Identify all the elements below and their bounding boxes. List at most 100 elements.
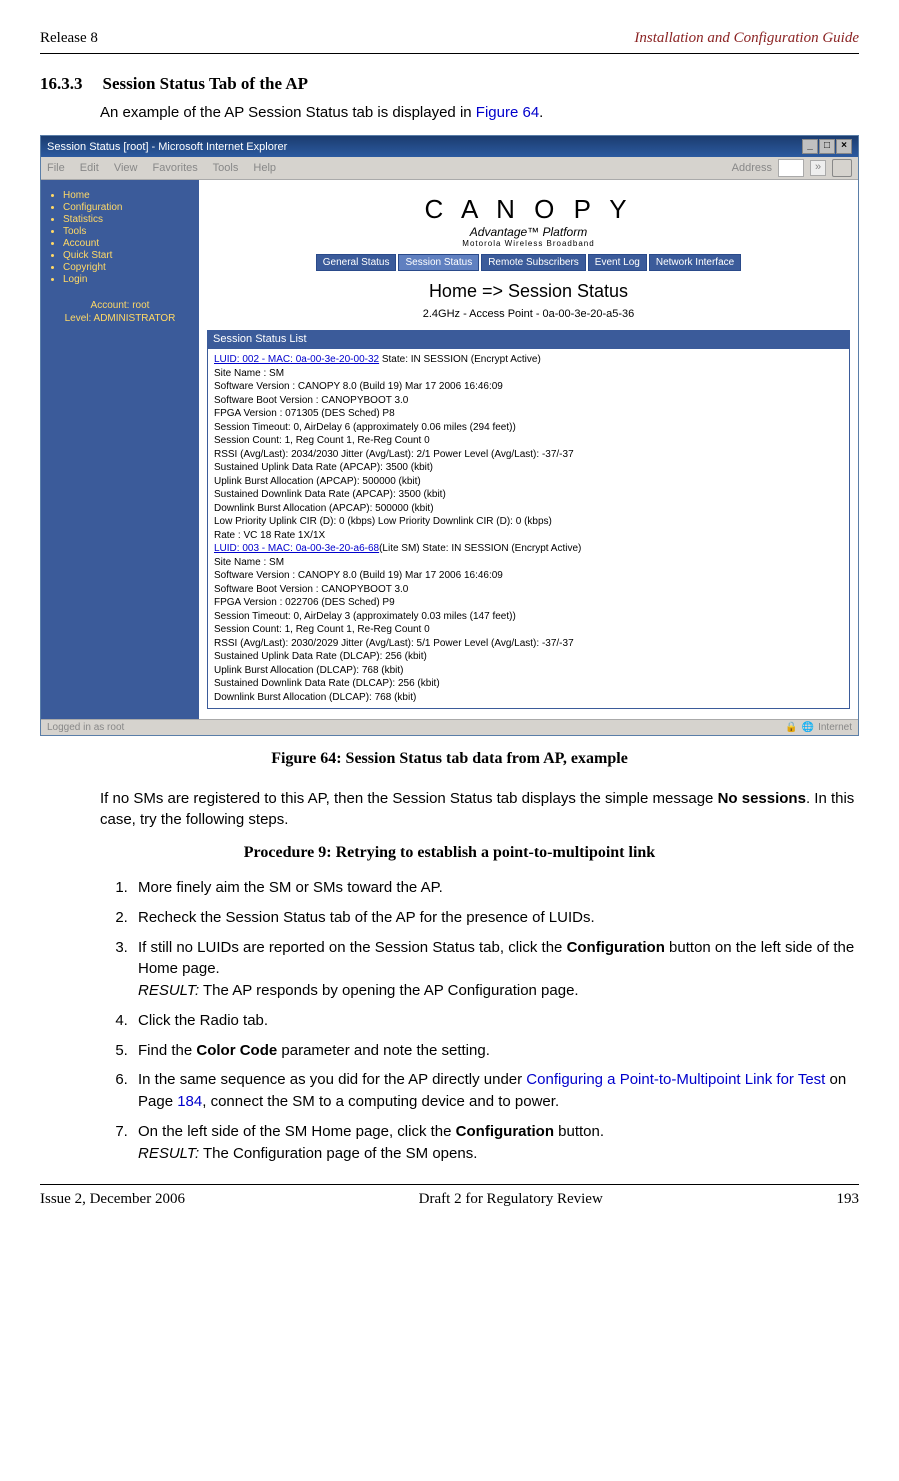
window-buttons: _□× [801,139,852,154]
session-row: RSSI (Avg/Last): 2030/2029 Jitter (Avg/L… [214,637,843,651]
footer-left: Issue 2, December 2006 [40,1191,185,1208]
step-6: In the same sequence as you did for the … [132,1069,859,1113]
session-row: FPGA Version : 071305 (DES Sched) P8 [214,407,843,421]
minimize-button[interactable]: _ [802,139,818,154]
canopy-logo: C A N O P Y Advantage™ Platform Motorola… [207,194,850,248]
sidebar-item-tools[interactable]: Tools [63,226,195,237]
panel-header: Session Status List [207,330,850,348]
session-row: Uplink Burst Allocation (APCAP): 500000 … [214,475,843,489]
screenshot-figure: Session Status [root] - Microsoft Intern… [40,135,859,736]
result-label: RESULT: [138,982,199,999]
sidebar-item-copyright[interactable]: Copyright [63,262,195,273]
section-number: 16.3.3 [40,74,83,94]
session-row: Sustained Uplink Data Rate (APCAP): 3500… [214,461,843,475]
session-row: Software Boot Version : CANOPYBOOT 3.0 [214,583,843,597]
tab-network-interface[interactable]: Network Interface [649,254,741,271]
page-ref-link[interactable]: 184 [177,1093,202,1110]
status-right: Internet [818,722,852,733]
menu-file[interactable]: File [47,162,65,174]
step-2: Recheck the Session Status tab of the AP… [132,907,859,929]
tab-general-status[interactable]: General Status [316,254,397,271]
page-header: Release 8 Installation and Configuration… [40,30,859,47]
maximize-button[interactable]: □ [819,139,835,154]
session-row: Low Priority Uplink CIR (D): 0 (kbps) Lo… [214,515,843,529]
no-sessions-label: No sessions [718,790,806,807]
intro-paragraph: An example of the AP Session Status tab … [100,102,859,123]
menu-view[interactable]: View [114,162,138,174]
session-row: Site Name : SM [214,367,843,381]
cross-ref-link[interactable]: Configuring a Point-to-Multipoint Link f… [526,1071,825,1088]
tab-event-log[interactable]: Event Log [588,254,647,271]
menu-tools[interactable]: Tools [213,162,239,174]
window-title: Session Status [root] - Microsoft Intern… [47,141,287,153]
menu-bar: File Edit View Favorites Tools Help Addr… [41,157,858,180]
page-footer: Issue 2, December 2006 Draft 2 for Regul… [40,1191,859,1208]
go-button[interactable] [832,159,852,177]
step-4: Click the Radio tab. [132,1010,859,1032]
header-left: Release 8 [40,30,98,47]
sidebar-item-home[interactable]: Home [63,190,195,201]
step-7: On the left side of the SM Home page, cl… [132,1121,859,1165]
address-label: Address [732,162,772,174]
session-row: Rate : VC 18 Rate 1X/1X [214,529,843,543]
section-heading: 16.3.3 Session Status Tab of the AP [40,74,859,94]
session-row: Session Timeout: 0, AirDelay 6 (approxim… [214,421,843,435]
session-row: Session Count: 1, Reg Count 1, Re-Reg Co… [214,434,843,448]
sidebar-item-login[interactable]: Login [63,274,195,285]
session-row: Downlink Burst Allocation (APCAP): 50000… [214,502,843,516]
session-row: Session Timeout: 0, AirDelay 3 (approxim… [214,610,843,624]
result-label: RESULT: [138,1145,199,1162]
tab-remote-subscribers[interactable]: Remote Subscribers [481,254,586,271]
figure-caption: Figure 64: Session Status tab data from … [40,750,859,768]
procedure-steps: More finely aim the SM or SMs toward the… [100,877,859,1164]
session-row: Sustained Downlink Data Rate (DLCAP): 25… [214,677,843,691]
sidebar-item-configuration[interactable]: Configuration [63,202,195,213]
sidebar-item-quickstart[interactable]: Quick Start [63,250,195,261]
figure-link[interactable]: Figure 64 [476,104,539,121]
session-row: Software Version : CANOPY 8.0 (Build 19)… [214,569,843,583]
window-titlebar: Session Status [root] - Microsoft Intern… [41,136,858,157]
session-row: Site Name : SM [214,556,843,570]
section-title: Session Status Tab of the AP [103,74,308,93]
step-5: Find the Color Code parameter and note t… [132,1040,859,1062]
chevron-icon[interactable]: » [810,160,826,176]
step-3: If still no LUIDs are reported on the Se… [132,937,859,1002]
menu-favorites[interactable]: Favorites [153,162,198,174]
status-left: Logged in as root [47,722,124,733]
main-panel: C A N O P Y Advantage™ Platform Motorola… [199,180,858,719]
header-rule [40,53,859,54]
tab-bar: General StatusSession StatusRemote Subsc… [207,254,850,271]
session-row: Software Version : CANOPY 8.0 (Build 19)… [214,380,843,394]
page-title: Home => Session Status [207,281,850,302]
globe-icon: 🌐 [802,722,814,733]
session-row: Session Count: 1, Reg Count 1, Re-Reg Co… [214,623,843,637]
luid-link-002[interactable]: LUID: 002 - MAC: 0a-00-3e-20-00-32 [214,354,379,365]
session-row: Software Boot Version : CANOPYBOOT 3.0 [214,394,843,408]
procedure-title: Procedure 9: Retrying to establish a poi… [40,844,859,862]
account-info: Account: root Level: ADMINISTRATOR [45,299,195,325]
step-1: More finely aim the SM or SMs toward the… [132,877,859,899]
menu-edit[interactable]: Edit [80,162,99,174]
close-button[interactable]: × [836,139,852,154]
footer-center: Draft 2 for Regulatory Review [419,1191,603,1208]
sidebar-item-statistics[interactable]: Statistics [63,214,195,225]
footer-right: 193 [836,1191,859,1208]
session-row: Downlink Burst Allocation (DLCAP): 768 (… [214,691,843,705]
session-row: FPGA Version : 022706 (DES Sched) P9 [214,596,843,610]
status-bar: Logged in as root 🔒 🌐 Internet [41,719,858,735]
session-row: Sustained Uplink Data Rate (DLCAP): 256 … [214,650,843,664]
footer-rule [40,1184,859,1185]
panel-body: LUID: 002 - MAC: 0a-00-3e-20-00-32 State… [207,348,850,709]
page-subtitle: 2.4GHz - Access Point - 0a-00-3e-20-a5-3… [207,308,850,320]
nav-sidebar: Home Configuration Statistics Tools Acco… [41,180,199,719]
address-input[interactable] [778,159,804,177]
luid-link-003[interactable]: LUID: 003 - MAC: 0a-00-3e-20-a6-68 [214,543,379,554]
note-paragraph: If no SMs are registered to this AP, the… [100,788,859,830]
sidebar-item-account[interactable]: Account [63,238,195,249]
session-row: RSSI (Avg/Last): 2034/2030 Jitter (Avg/L… [214,448,843,462]
lock-icon: 🔒 [785,722,797,733]
session-row: Sustained Downlink Data Rate (APCAP): 35… [214,488,843,502]
tab-session-status[interactable]: Session Status [398,254,479,271]
menu-help[interactable]: Help [253,162,276,174]
header-right: Installation and Configuration Guide [634,30,859,47]
